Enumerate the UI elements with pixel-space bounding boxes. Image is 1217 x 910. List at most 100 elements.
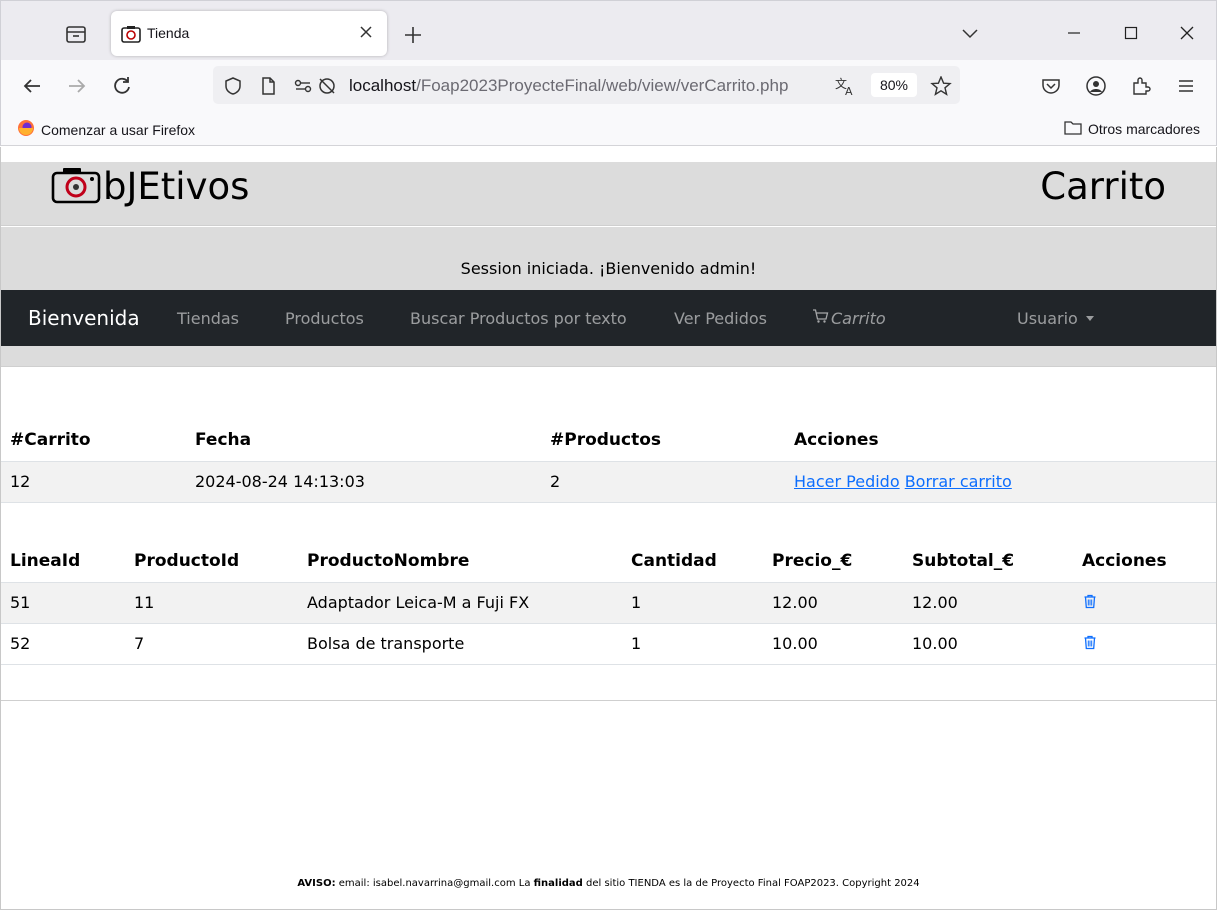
bookmark-firefox[interactable]: Comenzar a usar Firefox — [17, 119, 195, 140]
bookmark-other-label: Otros marcadores — [1087, 120, 1200, 137]
column-header: Acciones — [1073, 540, 1216, 583]
nav-brand[interactable]: Bienvenida — [28, 306, 140, 330]
svg-text:A: A — [845, 85, 853, 96]
browser-toolbar: localhost/Foap2023ProyecteFinal/web/view… — [0, 60, 1217, 112]
url-text[interactable]: localhost/Foap2023ProyecteFinal/web/view… — [349, 76, 788, 96]
table-row: 12 2024-08-24 14:13:03 2 Hacer Pedido Bo… — [1, 461, 1216, 503]
site-logo[interactable]: bJEtivos — [51, 165, 249, 209]
delete-cart-link[interactable]: Borrar carrito — [905, 472, 1012, 491]
product-name: Bolsa de transporte — [298, 623, 622, 665]
line-id: 51 — [1, 582, 125, 624]
back-icon[interactable] — [19, 73, 45, 99]
sub-bar — [1, 346, 1216, 367]
caret-down-icon — [1085, 316, 1094, 321]
cart-icon — [812, 308, 829, 328]
tab-overview-icon[interactable] — [53, 15, 99, 53]
price: 12.00 — [763, 582, 903, 624]
maximize-icon[interactable] — [1116, 19, 1146, 47]
place-order-link[interactable]: Hacer Pedido — [794, 472, 900, 491]
product-name: Adaptador Leica-M a Fuji FX — [298, 582, 622, 624]
nav-cart-label: Carrito — [831, 308, 886, 328]
browser-tab[interactable]: Tienda — [111, 11, 387, 56]
footer-aviso-label: AVISO: — [297, 878, 336, 889]
url-bar[interactable]: localhost/Foap2023ProyecteFinal/web/view… — [213, 66, 960, 104]
camera-logo-icon — [51, 166, 101, 208]
quantity: 1 — [622, 623, 763, 665]
column-header: ProductoId — [125, 540, 298, 583]
column-header: ProductoNombre — [298, 540, 622, 583]
cart-date: 2024-08-24 14:13:03 — [186, 461, 541, 503]
user-dropdown-label: Usuario — [1017, 309, 1078, 328]
table-header-row: #Carrito Fecha #Productos Acciones — [1, 419, 1216, 462]
column-header: Cantidad — [622, 540, 763, 583]
column-header: Precio_€ — [763, 540, 903, 583]
cart-summary-table: #Carrito Fecha #Productos Acciones 12 20… — [1, 419, 1216, 503]
line-id: 52 — [1, 623, 125, 665]
site-header: bJEtivos Carrito — [1, 162, 1216, 226]
permissions-icon[interactable] — [293, 76, 313, 96]
camera-favicon-icon — [121, 24, 141, 48]
column-header: #Productos — [541, 419, 785, 462]
logo-text: bJEtivos — [103, 165, 250, 208]
session-message: Session iniciada. ¡Bienvenido admin! — [460, 259, 757, 278]
close-window-icon[interactable] — [1172, 19, 1202, 47]
nav-link-tiendas[interactable]: Tiendas — [177, 309, 239, 328]
quantity: 1 — [622, 582, 763, 624]
account-icon[interactable] — [1083, 73, 1109, 99]
product-id: 11 — [125, 582, 298, 624]
subtotal: 10.00 — [903, 623, 1073, 665]
page-content: bJEtivos Carrito Session iniciada. ¡Bien… — [0, 147, 1217, 910]
product-id: 7 — [125, 623, 298, 665]
menu-icon[interactable] — [1173, 73, 1199, 99]
url-host: localhost — [349, 76, 417, 95]
new-tab-icon[interactable] — [399, 21, 427, 49]
price: 10.00 — [763, 623, 903, 665]
page-title: Carrito — [1040, 165, 1166, 208]
trash-icon[interactable] — [1082, 634, 1098, 650]
cart-actions: Hacer Pedido Borrar carrito — [785, 461, 1216, 503]
page-icon[interactable] — [258, 76, 278, 96]
cart-product-count: 2 — [541, 461, 785, 503]
footer: AVISO: email: isabel.navarrina@gmail.com… — [1, 878, 1216, 889]
nav-link-productos[interactable]: Productos — [285, 309, 364, 328]
subtotal: 12.00 — [903, 582, 1073, 624]
trash-icon[interactable] — [1082, 593, 1098, 609]
bookmarks-bar: Comenzar a usar Firefox Otros marcadores — [0, 112, 1217, 146]
table-row: 51 11 Adaptador Leica-M a Fuji FX 1 12.0… — [1, 582, 1216, 624]
forward-icon — [64, 73, 90, 99]
line-actions — [1073, 582, 1216, 624]
footer-text-1: email: isabel.navarrina@gmail.com La — [335, 878, 534, 889]
zoom-level[interactable]: 80% — [871, 73, 917, 97]
session-bar: Session iniciada. ¡Bienvenido admin! — [1, 227, 1216, 290]
translate-icon[interactable]: 文A — [835, 76, 855, 98]
footer-finalidad: finalidad — [533, 878, 583, 889]
cart-id: 12 — [1, 461, 186, 503]
reload-icon[interactable] — [109, 73, 135, 99]
footer-text-2: del sitio TIENDA es la de Proyecto Final… — [582, 878, 920, 889]
cart-lines-table: LineaId ProductoId ProductoNombre Cantid… — [1, 540, 1216, 665]
url-path: /Foap2023ProyecteFinal/web/view/verCarri… — [416, 76, 789, 95]
column-header: LineaId — [1, 540, 125, 583]
user-dropdown[interactable]: Usuario — [1017, 309, 1094, 328]
column-header: #Carrito — [1, 419, 186, 462]
minimize-icon[interactable] — [1059, 19, 1089, 47]
shield-icon[interactable] — [223, 76, 243, 96]
browser-tab-strip: Tienda — [0, 0, 1217, 60]
table-row: 52 7 Bolsa de transporte 1 10.00 10.00 — [1, 623, 1216, 665]
extensions-icon[interactable] — [1128, 73, 1154, 99]
line-actions — [1073, 623, 1216, 665]
table-header-row: LineaId ProductoId ProductoNombre Cantid… — [1, 540, 1216, 583]
folder-icon — [1064, 119, 1082, 138]
nav-link-buscar[interactable]: Buscar Productos por texto — [410, 309, 627, 328]
main-navbar: Bienvenida Tiendas Productos Buscar Prod… — [1, 290, 1216, 346]
tab-list-chevron-icon[interactable] — [955, 19, 985, 47]
tracking-protection-icon[interactable] — [317, 76, 337, 96]
tab-title: Tienda — [147, 25, 190, 41]
nav-link-pedidos[interactable]: Ver Pedidos — [674, 309, 767, 328]
pocket-icon[interactable] — [1038, 73, 1064, 99]
bookmark-star-icon[interactable] — [930, 75, 952, 96]
nav-link-carrito[interactable]: Carrito — [812, 308, 886, 328]
tab-close-icon[interactable] — [357, 23, 375, 41]
bookmark-firefox-label: Comenzar a usar Firefox — [41, 121, 196, 138]
bookmark-other[interactable]: Otros marcadores — [1064, 119, 1200, 138]
